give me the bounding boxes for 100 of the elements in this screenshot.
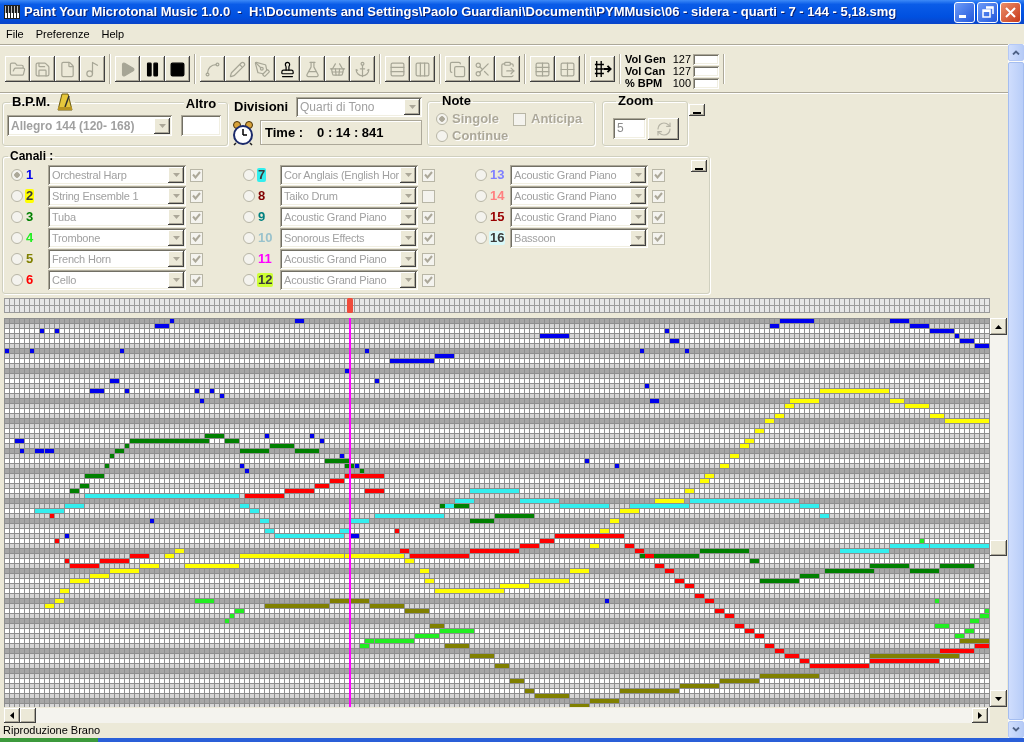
caret-down-icon: [172, 257, 180, 261]
close-button[interactable]: [1000, 1, 1021, 23]
scroll-down-button[interactable]: [990, 690, 1007, 707]
check-icon: [192, 192, 201, 200]
check-icon: [654, 213, 663, 221]
toolbar-button[interactable]: [275, 56, 300, 82]
toolbar-button[interactable]: [165, 56, 190, 82]
columns-icon: [414, 60, 431, 78]
toolbar-button[interactable]: [140, 56, 165, 82]
check-icon: [192, 171, 201, 179]
anchor-icon: [354, 60, 371, 78]
caret-down-icon: [172, 194, 180, 198]
window-title: Paint Your Microtonal Music 1.0.0 - H:\Documents and Settings\Paolo Guardiani\Documenti\PYMMusic\06 - sidera - quarti - 7 - 144 - 5,18.smg: [24, 3, 897, 21]
scroll-left-button[interactable]: [4, 708, 20, 723]
channel-number: 11: [257, 252, 273, 266]
volume-value: 127: [671, 66, 691, 77]
pause-icon: [144, 60, 161, 78]
toolbar-button[interactable]: [590, 56, 615, 82]
check-icon: [424, 171, 433, 179]
start-button[interactable]: [0, 738, 98, 742]
scrollbar-track[interactable]: [990, 318, 1007, 707]
check-icon: [192, 255, 201, 263]
input-field[interactable]: [181, 115, 221, 136]
volume-field[interactable]: [693, 78, 719, 89]
scrollbar-thumb[interactable]: [20, 708, 36, 723]
scroll-right-button[interactable]: [972, 708, 988, 723]
page-icon: [59, 60, 76, 78]
check-icon: [192, 213, 201, 221]
check-icon: [654, 234, 663, 242]
restore-icon: [981, 6, 994, 18]
check-icon: [424, 213, 433, 221]
caret-down-icon: [404, 215, 412, 219]
clipboard-icon: [499, 60, 516, 78]
caret-down-icon: [158, 123, 166, 128]
option-label: Continue: [452, 129, 509, 143]
group-label: Zoom: [617, 93, 655, 109]
restore-button[interactable]: [977, 1, 998, 23]
volume-field[interactable]: [693, 54, 719, 65]
channel-number: 7: [257, 168, 267, 182]
group-label: B.P.M.: [12, 93, 51, 111]
caret-down-icon: [404, 194, 412, 198]
alarm-clock-icon: [232, 119, 254, 146]
menu-item[interactable]: Preferenze: [29, 25, 96, 43]
refresh-button[interactable]: [648, 118, 679, 140]
minimize-button[interactable]: [689, 104, 705, 116]
channel-number: 10: [257, 231, 274, 245]
right-arrow-icon: [978, 712, 982, 719]
scrollbar-track[interactable]: [4, 708, 990, 723]
status-text: Riproduzione Brano: [3, 724, 101, 737]
channel-number: 9: [257, 210, 267, 224]
playhead-marker[interactable]: [347, 298, 353, 313]
caret-down-icon: [404, 257, 412, 261]
play-icon: [119, 60, 136, 78]
check-icon: [654, 171, 663, 179]
volume-field[interactable]: [693, 66, 719, 77]
down-chevron-icon: [1012, 727, 1020, 732]
scissors-icon: [474, 60, 491, 78]
time-value: 0 : 14 : 841: [317, 123, 384, 142]
volume-label: % BPM: [625, 78, 664, 89]
up-arrow-icon: [995, 324, 1002, 329]
channel-number: 16: [489, 231, 506, 245]
curve-icon: [204, 60, 221, 78]
check-icon: [192, 276, 201, 284]
option-label: Anticipa: [531, 112, 583, 126]
folder-icon: [9, 60, 26, 78]
basket-icon: [329, 60, 346, 78]
grid-icon: [559, 60, 576, 78]
channel-number: 2: [25, 189, 35, 203]
caret-down-icon: [634, 194, 642, 198]
down-arrow-icon: [995, 696, 1002, 701]
stamp-icon: [279, 60, 296, 78]
caret-down-icon: [404, 173, 412, 177]
caret-down-icon: [172, 278, 180, 282]
volume-label: Vol Gen: [625, 54, 667, 65]
up-chevron-icon: [1012, 50, 1020, 55]
caret-down-icon: [404, 236, 412, 240]
copy-icon: [449, 60, 466, 78]
check-icon: [654, 192, 663, 200]
close-icon: [1005, 6, 1016, 18]
channel-number: 1: [25, 168, 35, 182]
volume-value: 100: [671, 78, 691, 89]
pen-nib-icon: [254, 60, 271, 78]
table-icon: [534, 60, 551, 78]
caret-down-icon: [172, 215, 180, 219]
option-label: Singole: [452, 112, 499, 126]
scroll-up-button[interactable]: [990, 318, 1007, 335]
scrollbar-thumb[interactable]: [990, 540, 1007, 556]
menu-item[interactable]: Help: [95, 25, 131, 43]
flask-icon: [304, 60, 321, 78]
volume-value: 127: [671, 54, 691, 65]
group-label: Canali :: [9, 150, 55, 163]
minimize-icon: [959, 14, 966, 18]
check-icon: [424, 276, 433, 284]
menu-item[interactable]: File: [0, 25, 30, 43]
caret-down-icon: [634, 236, 642, 240]
channel-number: 8: [257, 189, 267, 203]
minimize-button[interactable]: [691, 160, 707, 172]
music-note-icon: [84, 60, 101, 78]
minimize-icon: [693, 112, 701, 114]
channel-number: 13: [489, 168, 506, 182]
